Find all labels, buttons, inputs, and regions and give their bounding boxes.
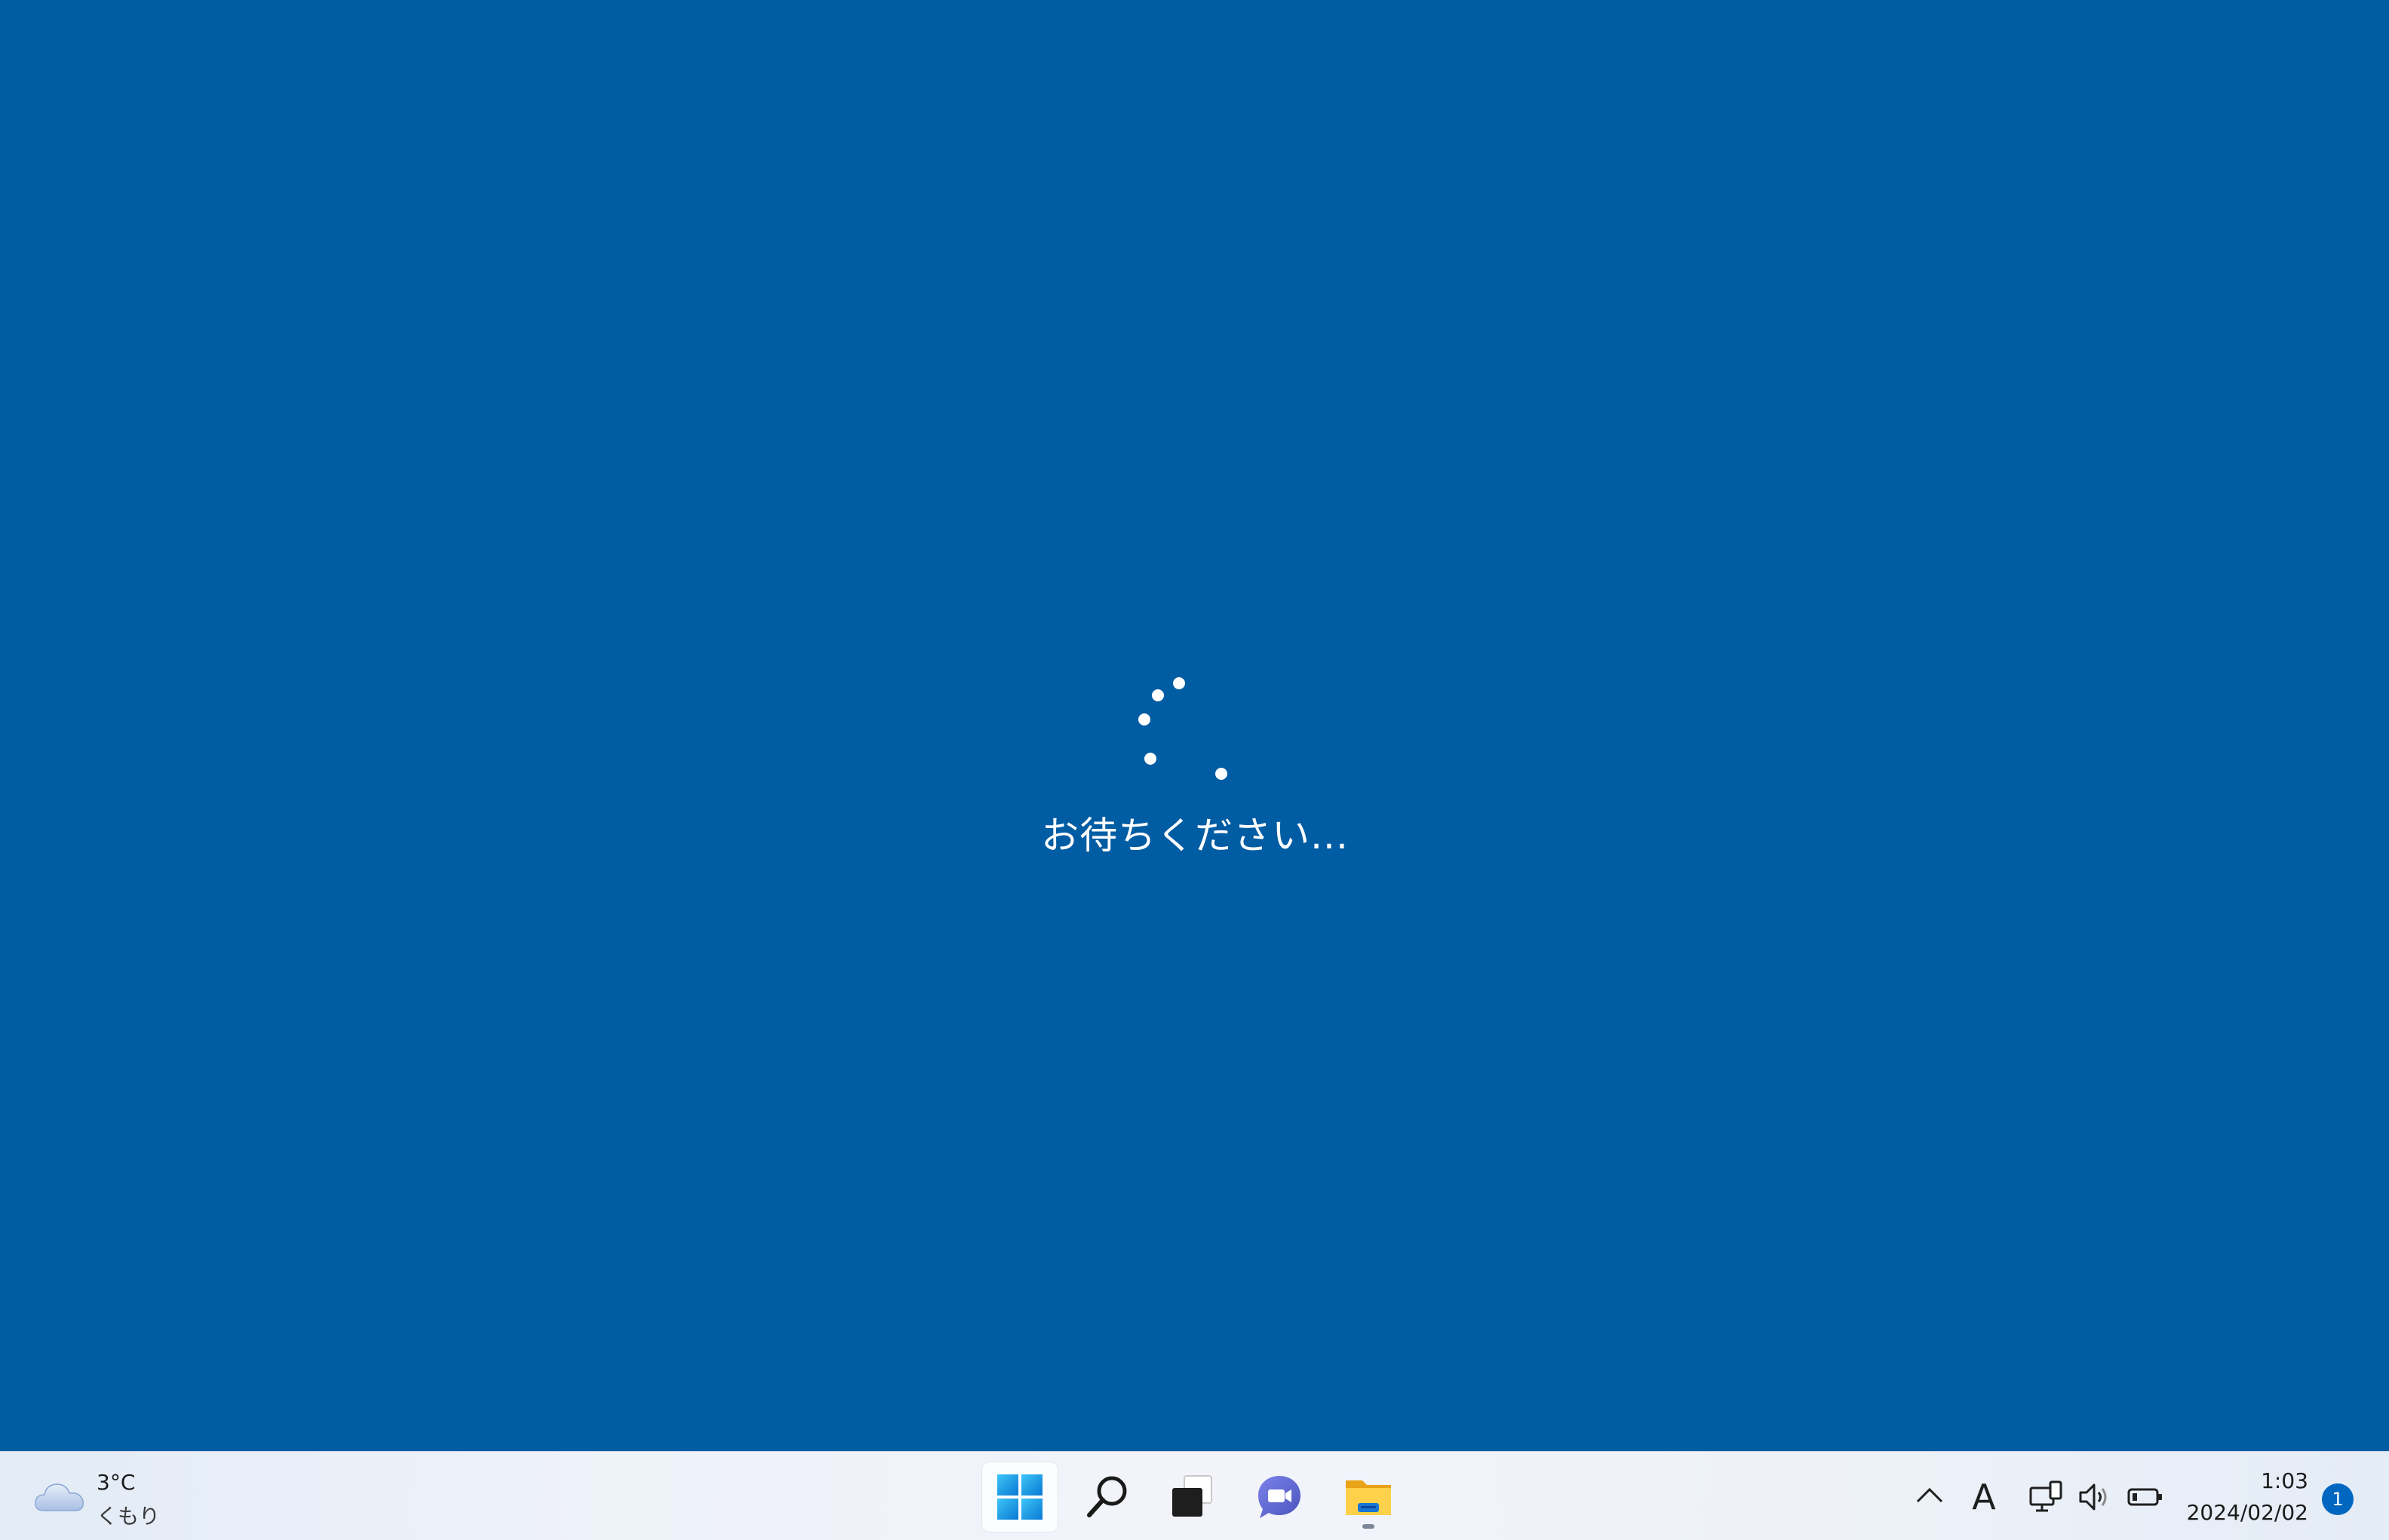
folder-icon (1346, 1480, 1391, 1515)
battery-button[interactable] (2123, 1474, 2165, 1520)
spinner-dot (1144, 753, 1156, 765)
spinner-dot (1138, 713, 1150, 726)
teams-chat-icon (1258, 1476, 1300, 1518)
volume-button[interactable] (2071, 1474, 2114, 1520)
taskbar: 3°C くもり A 1:03 2024/02/02 1 (0, 1451, 2389, 1540)
chat-button[interactable] (1242, 1462, 1317, 1532)
task-view-button[interactable] (1154, 1462, 1230, 1532)
weather-widget[interactable]: 3°C くもり (27, 1467, 193, 1529)
loading-message: お待ちください... (1041, 814, 1349, 857)
chevron-up-icon (1916, 1487, 1943, 1503)
start-button[interactable] (982, 1462, 1058, 1532)
notification-badge[interactable]: 1 (2322, 1483, 2354, 1515)
search-icon (1087, 1476, 1127, 1517)
search-button[interactable] (1070, 1462, 1145, 1532)
clock[interactable]: 1:03 2024/02/02 (2173, 1465, 2308, 1529)
clock-date: 2024/02/02 (2186, 1500, 2308, 1525)
windows-logo-icon (997, 1474, 1043, 1520)
running-indicator (1362, 1524, 1374, 1529)
battery-icon (2127, 1488, 2162, 1506)
speaker-icon (2079, 1483, 2107, 1511)
loading-spinner (1119, 664, 1239, 784)
network-icon (2029, 1480, 2062, 1512)
spinner-dot (1173, 677, 1185, 689)
spinner-dot (1152, 689, 1164, 701)
show-hidden-icons-button[interactable] (1908, 1474, 1951, 1520)
clock-time: 1:03 (2261, 1468, 2308, 1493)
ime-mode-indicator[interactable]: A (1963, 1474, 2005, 1520)
file-explorer-button[interactable] (1331, 1462, 1406, 1532)
desktop-screen: お待ちください... 3°C くもり A 1:03 2024/02/02 1 (0, 0, 2389, 1540)
task-view-icon (1172, 1475, 1212, 1517)
weather-condition: くもり (97, 1504, 161, 1529)
spinner-dot (1215, 768, 1227, 780)
cloud-icon (35, 1483, 84, 1511)
network-button[interactable] (2023, 1474, 2065, 1520)
weather-temperature: 3°C (97, 1470, 136, 1495)
